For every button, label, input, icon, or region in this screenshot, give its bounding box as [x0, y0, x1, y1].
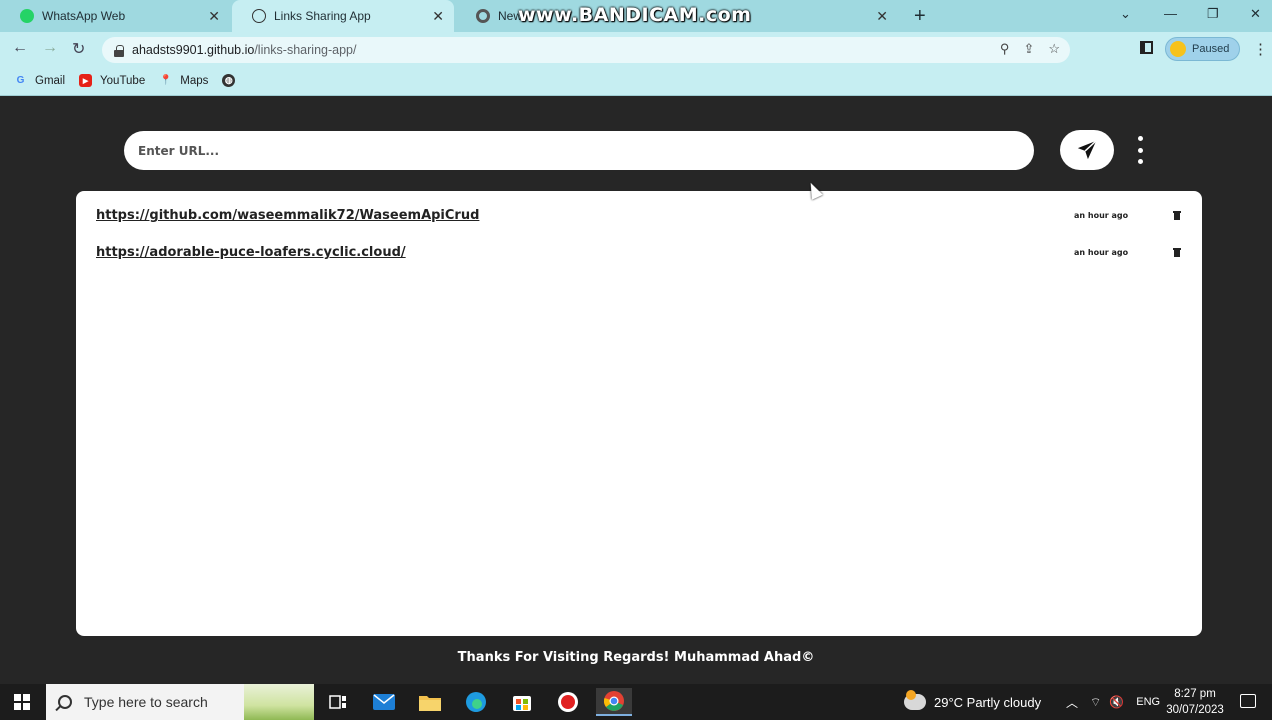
zoom-icon[interactable]: ⚲ — [1000, 41, 1010, 57]
bookmarks-bar: G Gmail ▶ YouTube 📍 Maps ◍ — [0, 66, 1272, 96]
url-path: /links-sharing-app/ — [254, 43, 357, 57]
back-button[interactable]: ← — [12, 39, 28, 57]
link-timestamp: an hour ago — [1074, 248, 1129, 257]
bookmark-youtube[interactable]: ▶ YouTube — [79, 74, 145, 87]
google-icon: G — [16, 75, 25, 86]
store-icon[interactable] — [504, 688, 540, 716]
bandicam-watermark: www.BANDICAM.com — [518, 4, 752, 26]
minimize-button[interactable]: — — [1164, 6, 1177, 21]
tab-whatsapp[interactable]: WhatsApp Web ✕ — [0, 0, 230, 32]
maps-icon: 📍 — [159, 75, 172, 86]
address-bar[interactable]: ahadsts9901.github.io /links-sharing-app… — [102, 37, 1070, 63]
avatar — [1170, 41, 1186, 57]
bookmark-label: Gmail — [35, 74, 66, 87]
windows-taskbar: Type here to search 29°C Partly cloudy ︿… — [0, 684, 1272, 720]
clock-time: 8:27 pm — [1174, 688, 1216, 700]
edge-icon[interactable] — [458, 688, 494, 716]
task-view-icon[interactable] — [320, 688, 356, 716]
wifi-icon[interactable]: ⌔ — [1090, 695, 1101, 710]
bookmark-star-icon[interactable]: ☆ — [1048, 41, 1060, 57]
send-icon — [1077, 140, 1097, 160]
notifications-icon[interactable] — [1240, 694, 1256, 708]
url-input[interactable] — [124, 131, 1034, 170]
system-tray: ︿ ⌔ 🔇 ENG — [1066, 684, 1160, 720]
send-button[interactable] — [1060, 130, 1114, 170]
globe-icon — [252, 9, 266, 23]
volume-muted-icon[interactable]: 🔇 — [1109, 695, 1124, 709]
show-hidden-icons-icon[interactable]: ︿ — [1066, 694, 1078, 711]
new-tab-button[interactable]: + — [914, 5, 926, 28]
file-explorer-icon[interactable] — [412, 688, 448, 716]
browser-tab-strip: WhatsApp Web ✕ Links Sharing App ✕ New T… — [0, 0, 1272, 32]
language-indicator[interactable]: ENG — [1136, 696, 1160, 708]
close-tab-icon[interactable]: ✕ — [876, 8, 888, 25]
search-placeholder: Type here to search — [84, 694, 208, 710]
browser-toolbar: ← → ↻ ahadsts9901.github.io /links-shari… — [0, 32, 1272, 66]
close-window-button[interactable]: ✕ — [1250, 6, 1261, 22]
side-panel-icon[interactable] — [1140, 41, 1153, 54]
reload-button[interactable]: ↻ — [72, 39, 85, 59]
shared-link[interactable]: https://adorable-puce-loafers.cyclic.clo… — [96, 245, 406, 260]
taskbar-search-box[interactable]: Type here to search — [46, 684, 314, 720]
bookmark-globe[interactable]: ◍ — [222, 74, 243, 87]
search-icon — [58, 695, 72, 709]
shared-link[interactable]: https://github.com/waseemmalik72/WaseemA… — [96, 208, 479, 223]
bandicam-record-icon[interactable] — [550, 688, 586, 716]
share-icon[interactable]: ⇪ — [1023, 41, 1034, 57]
list-item: https://github.com/waseemmalik72/WaseemA… — [76, 208, 1202, 230]
bookmark-label: Maps — [180, 74, 209, 87]
clock-date: 30/07/2023 — [1166, 704, 1224, 716]
profile-status: Paused — [1192, 43, 1230, 55]
close-tab-icon[interactable]: ✕ — [432, 8, 444, 25]
tab-title: WhatsApp Web — [42, 9, 126, 23]
weather-widget[interactable]: 29°C Partly cloudy — [904, 684, 1041, 720]
restore-button[interactable]: ❐ — [1207, 6, 1219, 22]
search-highlight-image — [244, 684, 314, 720]
tab-search-icon[interactable]: ⌄ — [1120, 6, 1131, 22]
weather-icon — [904, 690, 926, 710]
browser-menu-icon[interactable]: ⋮ — [1253, 40, 1268, 58]
bookmark-gmail[interactable]: G Gmail — [14, 74, 65, 87]
windows-start-icon[interactable] — [14, 694, 30, 710]
mail-icon[interactable] — [366, 688, 402, 716]
footer-text: Thanks For Visiting Regards! Muhammad Ah… — [457, 650, 815, 665]
link-timestamp: an hour ago — [1074, 211, 1129, 220]
taskbar-clock[interactable]: 8:27 pm 30/07/2023 — [1162, 686, 1228, 718]
app-menu-icon[interactable] — [1132, 136, 1148, 164]
youtube-icon: ▶ — [79, 74, 93, 87]
links-list: https://github.com/waseemmalik72/WaseemA… — [76, 191, 1202, 636]
globe-icon: ◍ — [222, 74, 236, 87]
whatsapp-icon — [20, 9, 34, 23]
delete-icon[interactable] — [1173, 248, 1181, 257]
bookmark-maps[interactable]: 📍 Maps — [159, 74, 209, 87]
url-host: ahadsts9901.github.io — [132, 43, 255, 57]
tab-title: Links Sharing App — [274, 9, 371, 23]
weather-text: 29°C Partly cloudy — [934, 694, 1042, 710]
tab-links-sharing-app[interactable]: Links Sharing App ✕ — [232, 0, 454, 32]
page-content: https://github.com/waseemmalik72/WaseemA… — [0, 96, 1272, 684]
chrome-icon — [476, 9, 490, 23]
lock-icon — [114, 44, 124, 57]
chrome-taskbar-icon[interactable] — [596, 688, 632, 716]
bookmark-label: YouTube — [100, 74, 146, 87]
profile-button[interactable]: Paused — [1165, 37, 1240, 61]
close-tab-icon[interactable]: ✕ — [208, 8, 220, 25]
forward-button[interactable]: → — [42, 39, 58, 57]
list-item: https://adorable-puce-loafers.cyclic.clo… — [76, 245, 1202, 267]
delete-icon[interactable] — [1173, 211, 1181, 220]
